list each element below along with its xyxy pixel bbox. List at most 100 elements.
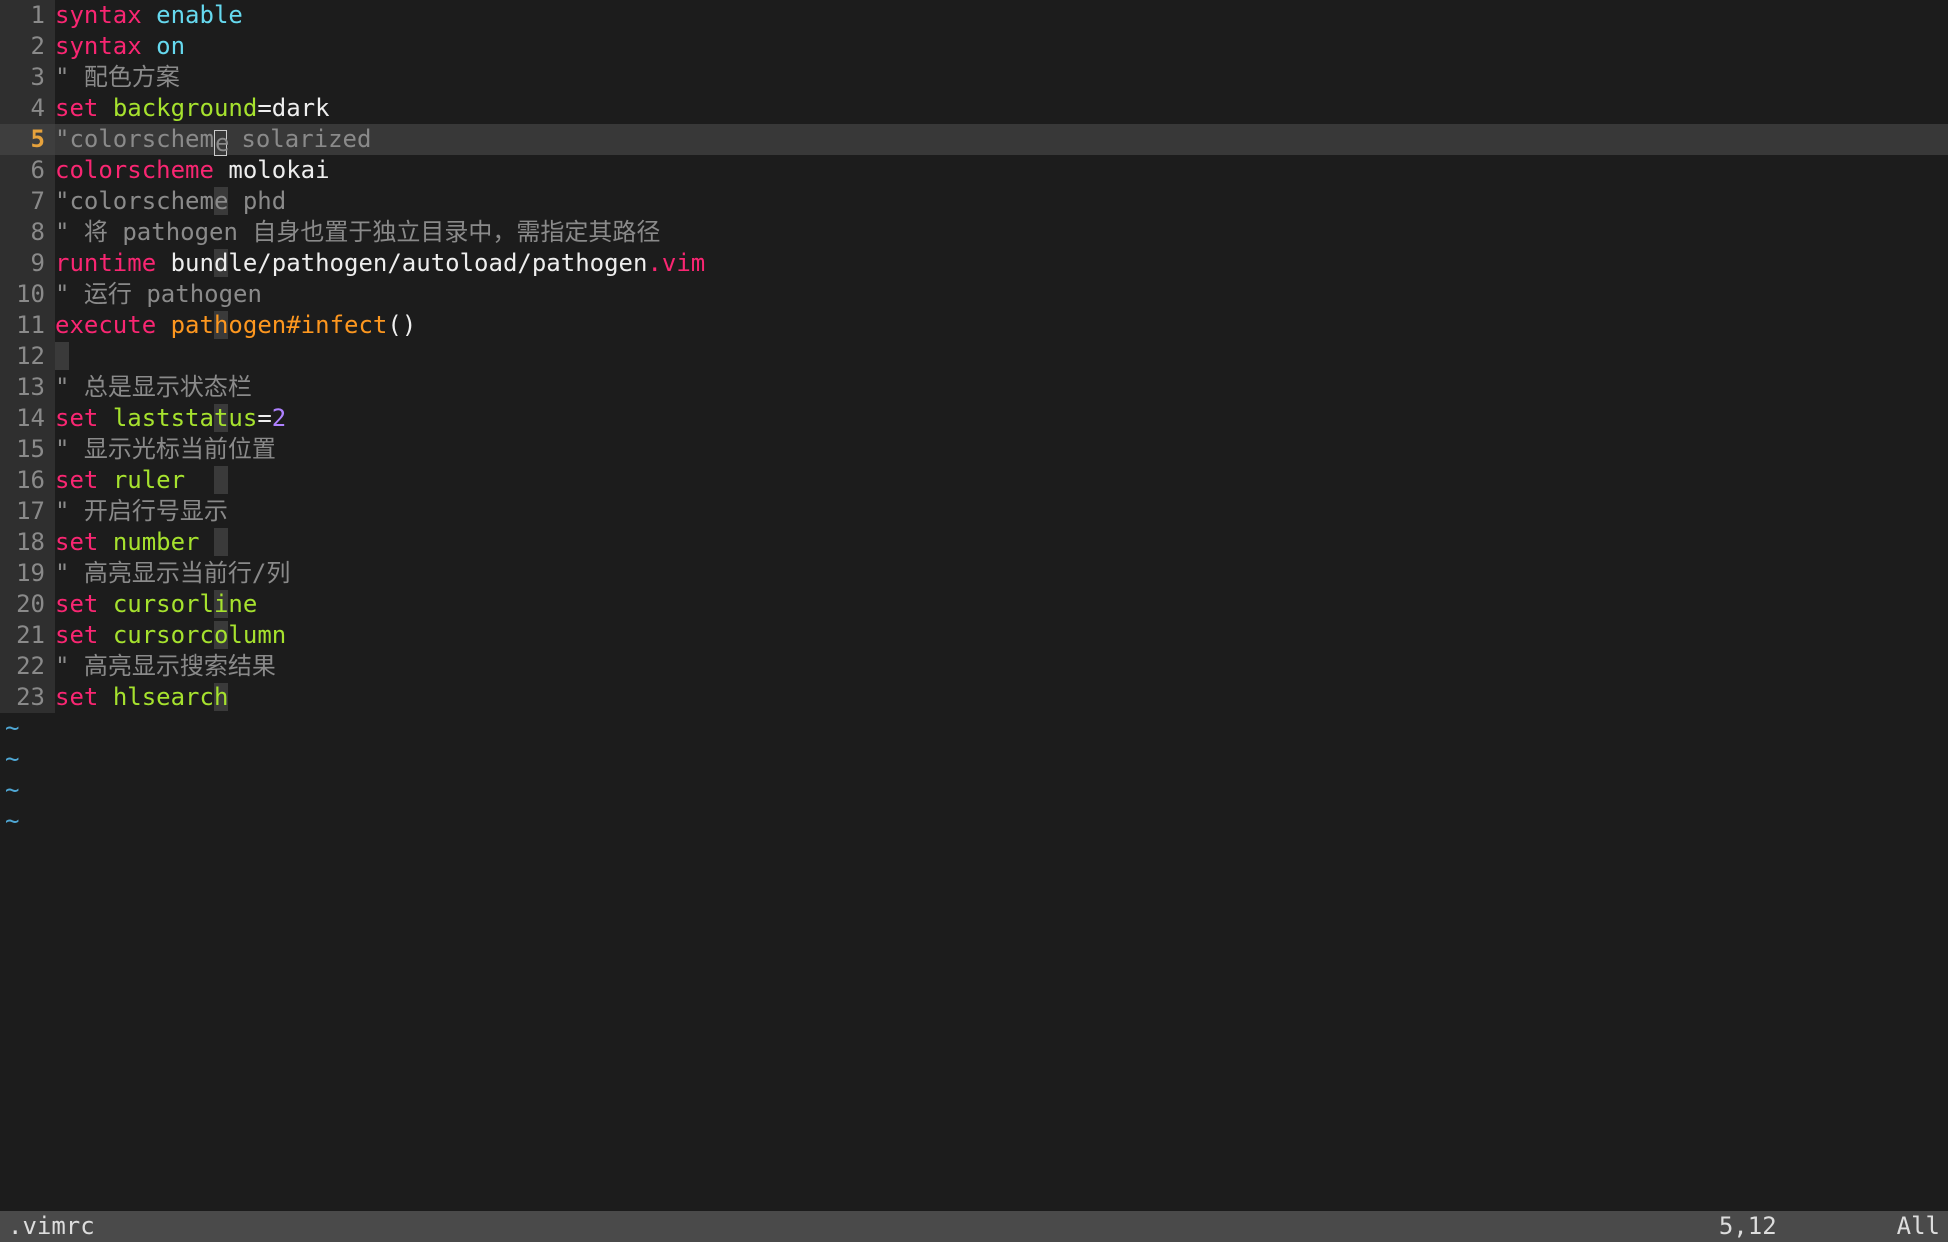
token: execute bbox=[55, 311, 156, 339]
line-content[interactable]: set cursorcolumn bbox=[55, 620, 1948, 651]
cursorcolumn-cell: t bbox=[214, 404, 228, 432]
token: . bbox=[647, 249, 661, 277]
line-content[interactable]: " 显示光标当前位置 bbox=[55, 434, 1948, 465]
vim-editor[interactable]: 1syntax enable2syntax on3" 配色方案4set back… bbox=[0, 0, 1948, 1242]
token: lumn bbox=[228, 621, 286, 649]
tilde-icon: ~ bbox=[0, 744, 19, 775]
token: syntax bbox=[55, 1, 142, 29]
token: ne bbox=[228, 590, 257, 618]
line-content[interactable]: " 高亮显示当前行/列 bbox=[55, 558, 1948, 589]
line-content[interactable]: " 开启行号显示 bbox=[55, 496, 1948, 527]
empty-line: ~ bbox=[0, 744, 1948, 775]
line-number: 22 bbox=[0, 651, 55, 682]
text-buffer[interactable]: 1syntax enable2syntax on3" 配色方案4set back… bbox=[0, 0, 1948, 1211]
token: us bbox=[228, 404, 257, 432]
code-line[interactable]: 19" 高亮显示当前行/列 bbox=[0, 558, 1948, 589]
line-content[interactable]: syntax on bbox=[55, 31, 1948, 62]
token bbox=[142, 32, 156, 60]
code-line[interactable]: 12 bbox=[0, 341, 1948, 372]
code-line[interactable]: 6colorscheme molokai bbox=[0, 155, 1948, 186]
code-line[interactable]: 14set laststatus=2 bbox=[0, 403, 1948, 434]
token: ruler bbox=[113, 466, 185, 494]
line-number: 23 bbox=[0, 682, 55, 713]
token: " 开启行号显示 bbox=[55, 497, 228, 525]
line-content[interactable]: set ruler bbox=[55, 465, 1948, 496]
token: set bbox=[55, 528, 98, 556]
token: = bbox=[257, 404, 271, 432]
code-line[interactable]: 8" 将 pathogen 自身也置于独立目录中，需指定其路径 bbox=[0, 217, 1948, 248]
line-number: 16 bbox=[0, 465, 55, 496]
line-number: 9 bbox=[0, 248, 55, 279]
line-content[interactable] bbox=[55, 341, 1948, 372]
code-line[interactable]: 11execute pathogen#infect() bbox=[0, 310, 1948, 341]
cursorcolumn-cell: e bbox=[214, 187, 228, 215]
line-number: 10 bbox=[0, 279, 55, 310]
code-line[interactable]: 21set cursorcolumn bbox=[0, 620, 1948, 651]
token: set bbox=[55, 466, 98, 494]
cursorcolumn-cell bbox=[214, 528, 228, 556]
line-content[interactable]: " 高亮显示搜索结果 bbox=[55, 651, 1948, 682]
line-number: 6 bbox=[0, 155, 55, 186]
code-line[interactable]: 4set background=dark bbox=[0, 93, 1948, 124]
token: set bbox=[55, 404, 98, 432]
code-line[interactable]: 22" 高亮显示搜索结果 bbox=[0, 651, 1948, 682]
line-content[interactable]: set laststatus=2 bbox=[55, 403, 1948, 434]
code-line[interactable]: 23set hlsearch bbox=[0, 682, 1948, 713]
line-number: 13 bbox=[0, 372, 55, 403]
code-line[interactable]: 1syntax enable bbox=[0, 0, 1948, 31]
line-number: 2 bbox=[0, 31, 55, 62]
current-line[interactable]: 5"colorscheme solarized bbox=[0, 124, 1948, 155]
token: =dark bbox=[257, 94, 329, 122]
code-line[interactable]: 17" 开启行号显示 bbox=[0, 496, 1948, 527]
token: " 总是显示状态栏 bbox=[55, 373, 252, 401]
line-number: 11 bbox=[0, 310, 55, 341]
token bbox=[98, 404, 112, 432]
line-content[interactable]: set cursorline bbox=[55, 589, 1948, 620]
line-content[interactable]: colorscheme molokai bbox=[55, 155, 1948, 186]
code-line[interactable]: 20set cursorline bbox=[0, 589, 1948, 620]
token: colorscheme bbox=[55, 156, 214, 184]
line-content[interactable]: "colorscheme phd bbox=[55, 186, 1948, 217]
code-line[interactable]: 7"colorscheme phd bbox=[0, 186, 1948, 217]
token bbox=[98, 621, 112, 649]
code-line[interactable]: 16set ruler bbox=[0, 465, 1948, 496]
token: set bbox=[55, 590, 98, 618]
code-line[interactable]: 9runtime bundle/pathogen/autoload/pathog… bbox=[0, 248, 1948, 279]
code-line[interactable]: 3" 配色方案 bbox=[0, 62, 1948, 93]
line-content[interactable]: "colorscheme solarized bbox=[55, 124, 1948, 155]
cursorcolumn-cell: h bbox=[214, 683, 228, 711]
line-content[interactable]: runtime bundle/pathogen/autoload/pathoge… bbox=[55, 248, 1948, 279]
code-line[interactable]: 18set number bbox=[0, 527, 1948, 558]
line-content[interactable]: " 总是显示状态栏 bbox=[55, 372, 1948, 403]
line-number: 17 bbox=[0, 496, 55, 527]
token: ogen#infect bbox=[228, 311, 387, 339]
code-line[interactable]: 15" 显示光标当前位置 bbox=[0, 434, 1948, 465]
line-content[interactable]: " 配色方案 bbox=[55, 62, 1948, 93]
line-content[interactable]: syntax enable bbox=[55, 0, 1948, 31]
tilde-icon: ~ bbox=[0, 713, 19, 744]
line-number: 18 bbox=[0, 527, 55, 558]
token: phd bbox=[228, 187, 286, 215]
token: molokai bbox=[214, 156, 330, 184]
status-scroll-indicator: All bbox=[1897, 1211, 1940, 1242]
line-content[interactable]: execute pathogen#infect() bbox=[55, 310, 1948, 341]
token: cursorc bbox=[113, 621, 214, 649]
token: laststa bbox=[113, 404, 214, 432]
token: 2 bbox=[272, 404, 286, 432]
token bbox=[98, 683, 112, 711]
code-line[interactable]: 13" 总是显示状态栏 bbox=[0, 372, 1948, 403]
line-content[interactable]: " 运行 pathogen bbox=[55, 279, 1948, 310]
status-filename: .vimrc bbox=[8, 1211, 1719, 1242]
line-content[interactable]: set background=dark bbox=[55, 93, 1948, 124]
line-content[interactable]: set number bbox=[55, 527, 1948, 558]
line-content[interactable]: " 将 pathogen 自身也置于独立目录中，需指定其路径 bbox=[55, 217, 1948, 248]
tilde-icon: ~ bbox=[0, 806, 19, 837]
cursorcolumn-cell bbox=[55, 342, 69, 370]
token: vim bbox=[662, 249, 705, 277]
code-line[interactable]: 10" 运行 pathogen bbox=[0, 279, 1948, 310]
line-content[interactable]: set hlsearch bbox=[55, 682, 1948, 713]
token: pat bbox=[171, 311, 214, 339]
token: hlsearc bbox=[113, 683, 214, 711]
token: enable bbox=[156, 1, 243, 29]
code-line[interactable]: 2syntax on bbox=[0, 31, 1948, 62]
